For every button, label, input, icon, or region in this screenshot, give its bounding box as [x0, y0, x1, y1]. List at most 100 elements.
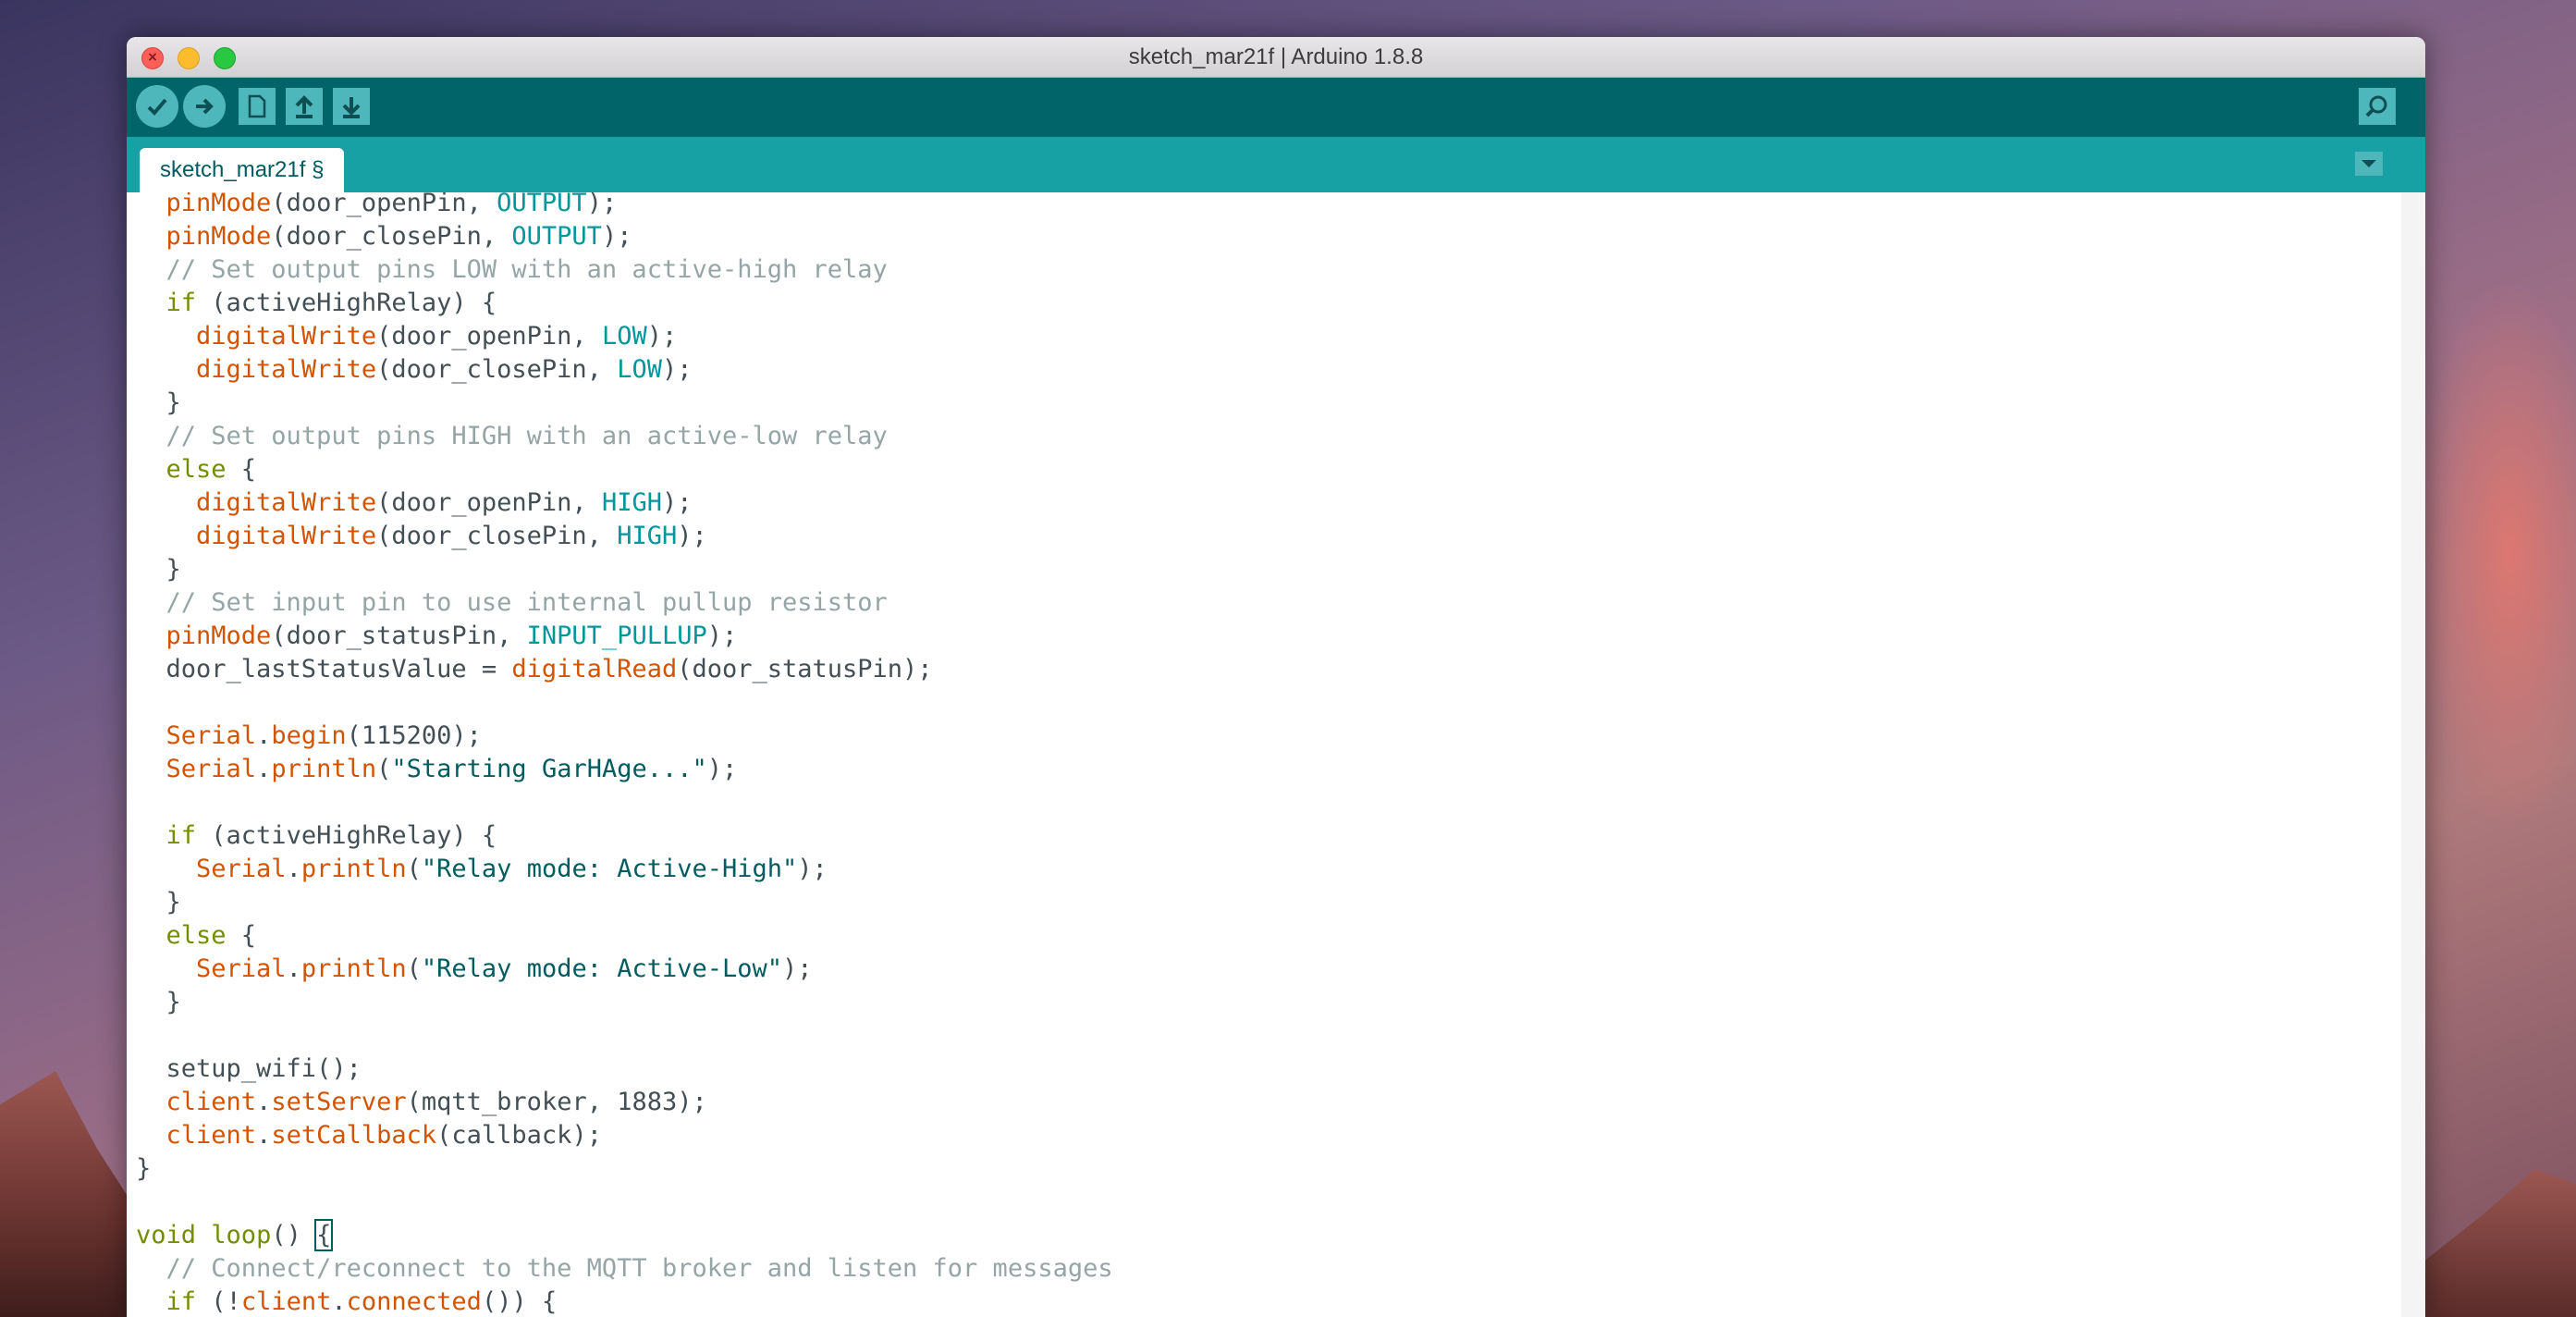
code-token: digitalWrite	[196, 355, 377, 384]
code-token: (115200);	[346, 721, 482, 750]
code-token: .	[286, 855, 301, 883]
open-sketch-button[interactable]	[283, 85, 325, 128]
code-token: .	[256, 755, 272, 783]
code-token: .	[331, 1287, 347, 1316]
code-line: else {	[136, 453, 1113, 486]
code-token: );	[782, 954, 813, 983]
verify-button[interactable]	[136, 85, 178, 128]
save-sketch-button[interactable]	[330, 85, 373, 128]
code-token: }	[136, 988, 181, 1016]
code-token: "Relay mode: Active-Low"	[421, 954, 783, 983]
code-token: Serial	[166, 721, 257, 750]
code-token: pinMode	[166, 222, 272, 251]
code-token: (door_closePin,	[376, 522, 618, 550]
code-line: }	[136, 986, 1113, 1019]
code-token: (door_openPin,	[376, 488, 602, 517]
code-token: setCallback	[271, 1121, 437, 1150]
code-line: pinMode(door_closePin, OUTPUT);	[136, 220, 1113, 253]
code-token: else	[166, 455, 227, 484]
code-token: connected	[346, 1287, 482, 1316]
code-token: .	[256, 1088, 272, 1116]
code-token: }	[136, 888, 181, 917]
code-editor[interactable]: pinMode (door_openPin, OUTPUT); pinMode(d…	[127, 192, 2425, 1317]
code-token: // Set output pins HIGH with an active-l…	[166, 422, 888, 450]
code-token: client	[166, 1088, 257, 1116]
code-token: (door_openPin,	[376, 322, 602, 351]
code-token: );	[706, 622, 738, 650]
code-line: // Set output pins LOW with an active-hi…	[136, 253, 1113, 287]
code-token: (callback);	[436, 1121, 602, 1150]
code-token: // Set input pin to use internal pullup …	[166, 588, 888, 617]
arrow-right-icon	[196, 98, 214, 115]
code-token: digitalWrite	[196, 322, 377, 351]
code-token: );	[706, 755, 738, 783]
code-token: (door_openPin,	[271, 192, 497, 217]
arrow-up-icon	[295, 95, 313, 118]
serial-monitor-button[interactable]	[2359, 88, 2396, 125]
code-text: pinMode (door_openPin, OUTPUT); pinMode(d…	[136, 192, 1113, 1317]
code-token: (door_statusPin);	[677, 655, 933, 683]
checkmark-icon	[147, 98, 167, 116]
code-token: (	[406, 855, 422, 883]
tab-sketch[interactable]: sketch_mar21f §	[140, 148, 345, 192]
code-token: digitalWrite	[196, 522, 377, 550]
code-token: client	[240, 1287, 332, 1316]
code-token: digitalWrite	[196, 488, 377, 517]
code-token: {	[226, 455, 257, 484]
code-token: .	[256, 721, 272, 750]
code-line: else {	[136, 919, 1113, 953]
code-token: setup_wifi();	[136, 1054, 362, 1083]
desktop-mountain-left	[0, 1071, 139, 1317]
code-token: OUTPUT	[511, 222, 602, 251]
code-line: // Connect/reconnect to the MQTT broker …	[136, 1252, 1113, 1286]
code-token: if	[166, 1287, 197, 1316]
code-line: Serial.println("Starting GarHAge...");	[136, 753, 1113, 786]
tab-bar: sketch_mar21f §	[127, 137, 2425, 192]
code-line: digitalWrite(door_openPin, LOW);	[136, 320, 1113, 353]
code-line: client.setServer(mqtt_broker, 1883);	[136, 1086, 1113, 1119]
code-token: begin	[271, 721, 347, 750]
desktop-mountain-right	[2410, 1169, 2576, 1317]
code-token: if	[166, 289, 197, 317]
code-token: HIGH	[601, 488, 662, 517]
code-token: "Relay mode: Active-High"	[421, 855, 798, 883]
code-line: // Set input pin to use internal pullup …	[136, 586, 1113, 620]
code-line: if (activeHighRelay) {	[136, 287, 1113, 320]
code-token: (	[406, 954, 422, 983]
code-token: Serial	[196, 954, 287, 983]
code-line: client.setCallback(callback);	[136, 1119, 1113, 1152]
code-token: setServer	[271, 1088, 407, 1116]
code-token: {	[314, 1219, 334, 1251]
new-sketch-button[interactable]	[236, 85, 278, 128]
code-line: // Set output pins HIGH with an active-l…	[136, 420, 1113, 453]
title-bar: × sketch_mar21f | Arduino 1.8.8	[127, 37, 2425, 78]
document-icon	[248, 94, 266, 118]
code-token: LOW	[601, 322, 647, 351]
code-token: (!	[196, 1287, 241, 1316]
code-token: (activeHighRelay) {	[196, 289, 497, 317]
code-token: );	[646, 322, 678, 351]
code-token: ()) {	[481, 1287, 558, 1316]
arrow-down-icon	[342, 97, 361, 118]
code-token: client	[166, 1121, 257, 1150]
code-token: loop	[211, 1221, 272, 1249]
code-token: "Starting GarHAge..."	[391, 755, 707, 783]
code-token: println	[301, 954, 407, 983]
tab-menu-button[interactable]	[2355, 152, 2383, 176]
upload-button[interactable]	[183, 85, 226, 128]
